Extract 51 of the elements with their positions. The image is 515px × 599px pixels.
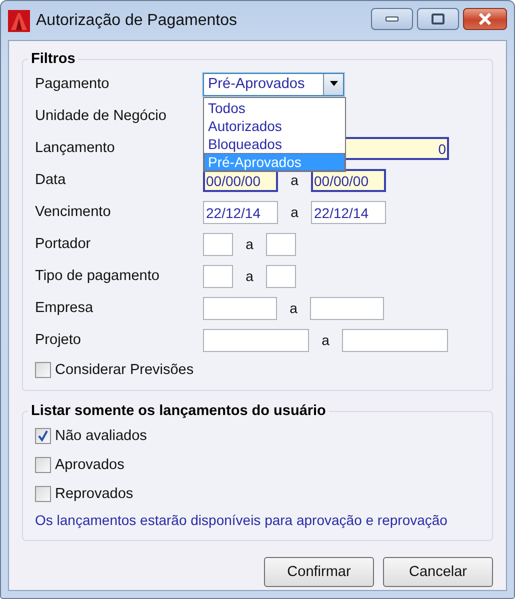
range-separator: a <box>290 172 300 188</box>
dropdown-option[interactable]: Autorizados <box>204 116 345 134</box>
input-field[interactable]: 22/12/14 <box>203 200 278 224</box>
close-icon <box>477 13 493 25</box>
checkbox-label: Reprovados <box>55 486 134 502</box>
window-title: Autorização de Pagamentos <box>36 12 238 30</box>
checkbox[interactable] <box>35 428 51 444</box>
input-field[interactable]: 00/00/00 <box>311 168 386 192</box>
minimize-icon <box>385 16 399 22</box>
field-label: Data <box>35 172 67 188</box>
range-separator: a <box>244 268 254 284</box>
field-label: Portador <box>35 236 92 252</box>
input-field[interactable] <box>266 264 296 288</box>
field-label: Vencimento <box>35 204 112 220</box>
field-label: Tipo de pagamento <box>35 268 160 284</box>
input-field[interactable]: 22/12/14 <box>311 200 386 224</box>
close-button[interactable] <box>463 8 507 30</box>
range-separator: a <box>320 332 330 348</box>
checkbox-label: Considerar Previsões <box>55 362 194 378</box>
field-label: Empresa <box>35 300 94 316</box>
range-separator: a <box>244 236 254 252</box>
info-note: Os lançamentos estarão disponíveis para aprovação e reprovação <box>35 511 448 530</box>
input-field[interactable] <box>310 296 384 320</box>
input-field[interactable] <box>203 328 309 352</box>
dropdown-option[interactable]: Todos <box>204 98 345 116</box>
checkbox-label: Não avaliados <box>55 428 147 444</box>
payment-dropdown[interactable]: Pré-Aprovados <box>203 72 344 96</box>
minimize-button[interactable] <box>371 8 413 30</box>
input-field[interactable] <box>342 328 448 352</box>
dialog-button[interactable]: Confirmar <box>264 557 374 587</box>
field-label: Pagamento <box>35 76 110 92</box>
dropdown-option[interactable]: Bloqueados <box>204 134 345 152</box>
field-label: Projeto <box>35 332 82 348</box>
field-label: Lançamento <box>35 140 116 156</box>
checkbox[interactable] <box>35 456 51 472</box>
checkbox[interactable] <box>35 362 51 378</box>
checkbox[interactable] <box>35 486 51 502</box>
group-title: Filtros <box>30 51 76 67</box>
checkbox-label: Aprovados <box>55 456 124 472</box>
maximize-button[interactable] <box>417 8 459 30</box>
group-title: Listar somente os lançamentos do usuário <box>30 403 327 419</box>
input-field[interactable] <box>203 232 233 256</box>
input-field[interactable] <box>203 296 277 320</box>
dialog-button[interactable]: Cancelar <box>383 557 493 587</box>
input-field[interactable] <box>266 232 296 256</box>
input-field[interactable] <box>203 264 233 288</box>
field-label: Unidade de Negócio <box>35 108 168 124</box>
range-separator: a <box>290 204 300 220</box>
maximize-icon <box>431 13 445 25</box>
app-logo-icon <box>8 10 30 32</box>
range-separator: a <box>288 300 298 316</box>
